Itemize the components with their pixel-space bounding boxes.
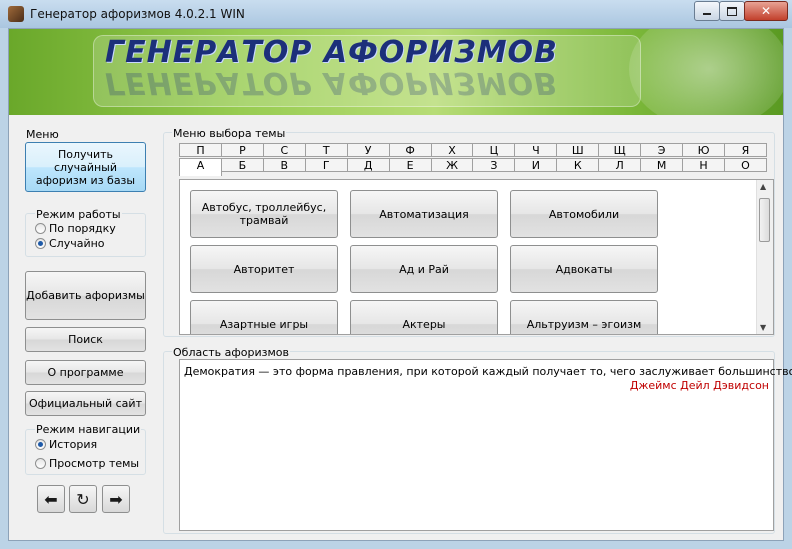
client-area: ГЕНЕРАТОР АФОРИЗМОВ ГЕНЕРАТОР АФОРИЗМОВ … [8, 28, 792, 541]
letter-tab[interactable]: И [515, 158, 558, 172]
letter-tab[interactable]: Н [683, 158, 725, 172]
letter-tabs-row2: АБВГДЕЖЗИКЛМНО [179, 158, 767, 176]
random-aphorism-button[interactable]: Получить случайный афоризм из базы [25, 142, 146, 192]
topic-button[interactable]: Адвокаты [510, 245, 658, 293]
letter-tab[interactable]: З [473, 158, 516, 172]
banner: ГЕНЕРАТОР АФОРИЗМОВ ГЕНЕРАТОР АФОРИЗМОВ [9, 29, 783, 115]
topic-button[interactable]: Азартные игры [190, 300, 338, 334]
banner-decoration [629, 29, 783, 115]
radio-random[interactable]: Случайно [35, 237, 105, 250]
forward-button[interactable]: ➡ [102, 485, 130, 513]
refresh-icon: ↻ [76, 489, 90, 509]
aphorism-author: Джеймс Дейл Дэвидсон [629, 379, 769, 392]
radio-sequential-label: По порядку [49, 222, 116, 235]
letter-tab[interactable]: Щ [599, 143, 642, 157]
radio-history[interactable]: История [35, 438, 97, 451]
minimize-icon [703, 13, 711, 15]
maximize-icon [727, 6, 737, 16]
topic-button[interactable]: Авторитет [190, 245, 338, 293]
aphorism-area-label: Область афоризмов [172, 346, 291, 359]
menu-label: Меню [26, 128, 59, 141]
topic-list: Автобус, троллейбус, трамвай Автоматизац… [179, 179, 774, 335]
radio-history-dot [35, 439, 46, 450]
aphorism-text: Демократия — это форма правления, при ко… [184, 365, 792, 378]
scroll-up-icon[interactable]: ▲ [760, 182, 766, 191]
topic-menu-label: Меню выбора темы [172, 127, 287, 140]
forward-arrow-icon: ➡ [109, 489, 123, 509]
letter-tab[interactable]: П [179, 143, 222, 157]
navigation-mode-label: Режим навигации [35, 423, 142, 436]
work-mode-label: Режим работы [35, 208, 122, 221]
letter-tab[interactable]: У [347, 143, 390, 157]
app-window: Генератор афоризмов 4.0.2.1 WIN ✕ ГЕНЕРА… [0, 0, 792, 549]
letter-tab[interactable]: Л [599, 158, 642, 172]
official-site-button[interactable]: Официальный сайт [25, 391, 146, 416]
topic-button[interactable]: Ад и Рай [350, 245, 498, 293]
letter-tab[interactable]: Ш [557, 143, 600, 157]
window-title: Генератор афоризмов 4.0.2.1 WIN [30, 7, 245, 21]
close-icon: ✕ [760, 4, 772, 18]
back-button[interactable]: ⬅ [37, 485, 65, 513]
radio-random-label: Случайно [49, 237, 105, 250]
topic-button[interactable]: Автобус, троллейбус, трамвай [190, 190, 338, 238]
letter-tab[interactable]: Х [431, 143, 474, 157]
topic-button[interactable]: Автомобили [510, 190, 658, 238]
letter-tab[interactable]: Ц [473, 143, 516, 157]
topic-button[interactable]: Актеры [350, 300, 498, 334]
add-aphorisms-button[interactable]: Добавить афоризмы [25, 271, 146, 320]
radio-sequential[interactable]: По порядку [35, 222, 116, 235]
topic-button[interactable]: Автоматизация [350, 190, 498, 238]
radio-history-label: История [49, 438, 98, 451]
letter-tabs-row1: ПРСТУФХЦЧШЩЭЮЯ [179, 143, 767, 157]
search-button[interactable]: Поиск [25, 327, 146, 352]
about-button[interactable]: О программе [25, 360, 146, 385]
scroll-down-icon[interactable]: ▼ [760, 323, 766, 332]
letter-tab[interactable]: К [557, 158, 600, 172]
letter-tab[interactable]: Э [641, 143, 684, 157]
letter-tab[interactable]: Т [305, 143, 348, 157]
letter-tab[interactable]: Ж [431, 158, 474, 172]
refresh-button[interactable]: ↻ [69, 485, 97, 513]
aphorism-text-area[interactable]: Демократия — это форма правления, при ко… [179, 359, 792, 531]
app-icon [8, 6, 24, 22]
close-button[interactable]: ✕ [744, 1, 788, 21]
radio-browse-topic[interactable]: Просмотр темы [35, 457, 139, 470]
letter-tab[interactable]: О [724, 158, 767, 172]
letter-tab[interactable]: Б [221, 158, 264, 172]
letter-tab[interactable]: Ч [515, 143, 558, 157]
letter-tab[interactable]: Ю [683, 143, 725, 157]
topic-button[interactable]: Альтруизм – эгоизм [510, 300, 658, 334]
letter-tab[interactable]: Ф [389, 143, 432, 157]
radio-sequential-dot [35, 223, 46, 234]
back-arrow-icon: ⬅ [44, 489, 58, 509]
topic-list-scrollbar[interactable]: ▲ ▼ [756, 180, 773, 334]
letter-tab[interactable]: Я [724, 143, 767, 157]
letter-tab[interactable]: В [263, 158, 306, 172]
letter-tab[interactable]: С [263, 143, 306, 157]
letter-tab[interactable]: Г [305, 158, 348, 172]
banner-title-reflection: ГЕНЕРАТОР АФОРИЗМОВ [105, 65, 558, 100]
title-bar[interactable]: Генератор афоризмов 4.0.2.1 WIN ✕ [0, 0, 792, 28]
radio-random-dot [35, 238, 46, 249]
scrollbar-thumb[interactable] [759, 198, 770, 242]
minimize-button[interactable] [694, 1, 720, 21]
letter-tab[interactable]: Е [389, 158, 432, 172]
letter-tab[interactable]: А [179, 158, 222, 176]
maximize-button[interactable] [719, 1, 745, 21]
radio-browse-topic-label: Просмотр темы [49, 457, 140, 470]
letter-tab[interactable]: Р [221, 143, 264, 157]
letter-tab[interactable]: М [641, 158, 684, 172]
radio-browse-topic-dot [35, 458, 46, 469]
letter-tab[interactable]: Д [347, 158, 390, 172]
